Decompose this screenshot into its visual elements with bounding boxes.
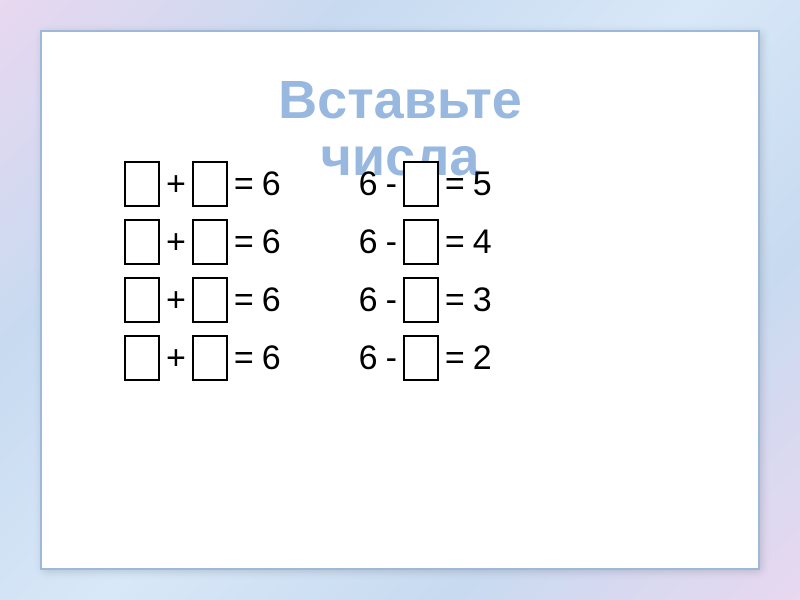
- equals-sign: =: [234, 281, 254, 320]
- equation-row: 6 - = 3: [355, 273, 496, 327]
- result-value: 5: [473, 165, 492, 204]
- blank-box[interactable]: [403, 161, 439, 207]
- blank-box[interactable]: [124, 161, 160, 207]
- blank-box[interactable]: [192, 219, 228, 265]
- equation-columns: + = 6 + = 6 + = 6 +: [82, 157, 718, 385]
- equation-row: + = 6: [122, 273, 285, 327]
- left-column: + = 6 + = 6 + = 6 +: [122, 157, 285, 385]
- blank-box[interactable]: [192, 161, 228, 207]
- left-operand: 6: [359, 165, 378, 204]
- result-value: 3: [473, 281, 492, 320]
- equals-sign: =: [445, 281, 465, 320]
- operator-minus: -: [386, 339, 397, 378]
- left-operand: 6: [359, 339, 378, 378]
- blank-box[interactable]: [124, 335, 160, 381]
- equation-row: 6 - = 4: [355, 215, 496, 269]
- worksheet-card: Вставьте числа + = 6 + = 6 +: [40, 30, 760, 570]
- blank-box[interactable]: [403, 277, 439, 323]
- left-operand: 6: [359, 281, 378, 320]
- result-value: 6: [262, 165, 281, 204]
- equation-row: 6 - = 5: [355, 157, 496, 211]
- operator-plus: +: [166, 165, 186, 204]
- equals-sign: =: [445, 165, 465, 204]
- right-column: 6 - = 5 6 - = 4 6 - = 3 6: [355, 157, 496, 385]
- equals-sign: =: [234, 223, 254, 262]
- operator-plus: +: [166, 281, 186, 320]
- blank-box[interactable]: [192, 277, 228, 323]
- equation-row: + = 6: [122, 215, 285, 269]
- equals-sign: =: [234, 339, 254, 378]
- operator-minus: -: [386, 165, 397, 204]
- equation-row: + = 6: [122, 157, 285, 211]
- equals-sign: =: [234, 165, 254, 204]
- result-value: 2: [473, 339, 492, 378]
- operator-minus: -: [386, 281, 397, 320]
- equation-row: + = 6: [122, 331, 285, 385]
- operator-plus: +: [166, 339, 186, 378]
- blank-box[interactable]: [124, 277, 160, 323]
- blank-box[interactable]: [403, 219, 439, 265]
- equals-sign: =: [445, 339, 465, 378]
- operator-minus: -: [386, 223, 397, 262]
- result-value: 6: [262, 223, 281, 262]
- equation-row: 6 - = 2: [355, 331, 496, 385]
- result-value: 4: [473, 223, 492, 262]
- left-operand: 6: [359, 223, 378, 262]
- result-value: 6: [262, 339, 281, 378]
- result-value: 6: [262, 281, 281, 320]
- blank-box[interactable]: [403, 335, 439, 381]
- operator-plus: +: [166, 223, 186, 262]
- equals-sign: =: [445, 223, 465, 262]
- blank-box[interactable]: [192, 335, 228, 381]
- title-line-1: Вставьте: [82, 72, 718, 129]
- blank-box[interactable]: [124, 219, 160, 265]
